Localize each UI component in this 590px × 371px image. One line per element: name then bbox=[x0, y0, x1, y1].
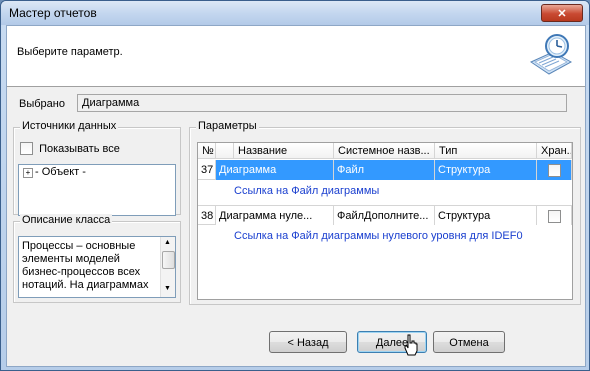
header-prompt: Выберите параметр. bbox=[17, 46, 123, 58]
row-system-name[interactable]: ФайлДополните... bbox=[334, 205, 435, 225]
row-name[interactable]: Диаграмма нуле... bbox=[216, 205, 334, 225]
col-header-spacer bbox=[216, 143, 234, 159]
row-stored-cell[interactable] bbox=[537, 160, 572, 180]
class-description-text: Процессы – основные элементы моделей биз… bbox=[22, 240, 149, 291]
report-wizard-window: Мастер отчетов ✕ Выберите параметр. Выбр… bbox=[0, 0, 590, 371]
col-header-stored[interactable]: Хран... bbox=[537, 143, 572, 159]
parameters-title: Параметры bbox=[196, 120, 259, 132]
hand-cursor-icon bbox=[404, 334, 418, 356]
show-all-checkbox[interactable] bbox=[20, 142, 33, 155]
row-link-text[interactable]: Ссылка на Файл диаграммы bbox=[234, 185, 379, 197]
data-sources-title: Источники данных bbox=[20, 120, 119, 132]
close-icon: ✕ bbox=[557, 7, 567, 20]
close-button[interactable]: ✕ bbox=[541, 4, 583, 22]
data-sources-group: Источники данных Показывать все + - Объе… bbox=[13, 120, 181, 216]
class-description-group: Описание класса Процессы – основные элем… bbox=[13, 214, 181, 303]
tree-expand-icon[interactable]: + bbox=[23, 168, 33, 178]
parameters-grid[interactable]: № Название Системное назв... Тип Хран...… bbox=[197, 142, 573, 300]
class-description-title: Описание класса bbox=[20, 214, 113, 226]
cancel-button[interactable]: Отмена bbox=[433, 331, 505, 353]
col-header-type[interactable]: Тип bbox=[435, 143, 537, 159]
row-name[interactable]: Диаграмма bbox=[216, 160, 334, 180]
show-all-label: Показывать все bbox=[39, 142, 120, 155]
row-type[interactable]: Структура bbox=[435, 205, 537, 225]
selected-label: Выбрано bbox=[19, 98, 65, 110]
wizard-header: Выберите параметр. bbox=[7, 26, 585, 87]
row-number: 37 bbox=[198, 160, 216, 180]
description-scrollbar[interactable]: ▲ ▼ bbox=[160, 237, 175, 297]
col-header-name[interactable]: Название bbox=[234, 143, 334, 159]
window-title: Мастер отчетов bbox=[9, 6, 97, 20]
row-link-text[interactable]: Ссылка на Файл диаграммы нулевого уровня… bbox=[234, 230, 523, 242]
report-wizard-icon bbox=[529, 34, 573, 75]
tree-item-object[interactable]: - Объект - bbox=[35, 166, 86, 178]
row-system-name[interactable]: Файл bbox=[334, 160, 435, 180]
scroll-up-icon[interactable]: ▲ bbox=[164, 239, 171, 246]
title-bar: Мастер отчетов ✕ bbox=[1, 1, 589, 25]
show-all-row[interactable]: Показывать все bbox=[20, 142, 120, 155]
row-stored-cell[interactable] bbox=[537, 205, 572, 225]
scroll-thumb[interactable] bbox=[162, 251, 175, 269]
row-number: 38 bbox=[198, 205, 216, 225]
class-description-box[interactable]: Процессы – основные элементы моделей биз… bbox=[18, 236, 176, 298]
dialog-body: Выберите параметр. Выбрано Диаграмма Ист… bbox=[6, 25, 586, 367]
col-header-number[interactable]: № bbox=[198, 143, 216, 159]
row-stored-checkbox[interactable] bbox=[548, 210, 561, 223]
parameters-group: Параметры № Название Системное назв... Т… bbox=[189, 120, 581, 305]
col-header-system-name[interactable]: Системное назв... bbox=[334, 143, 435, 159]
scroll-down-icon[interactable]: ▼ bbox=[164, 285, 171, 292]
back-button[interactable]: < Назад bbox=[269, 331, 347, 353]
row-type[interactable]: Структура bbox=[435, 160, 537, 180]
row-stored-checkbox[interactable] bbox=[548, 164, 561, 177]
selected-field: Диаграмма bbox=[77, 94, 567, 112]
data-sources-tree[interactable]: + - Объект - bbox=[18, 164, 176, 216]
